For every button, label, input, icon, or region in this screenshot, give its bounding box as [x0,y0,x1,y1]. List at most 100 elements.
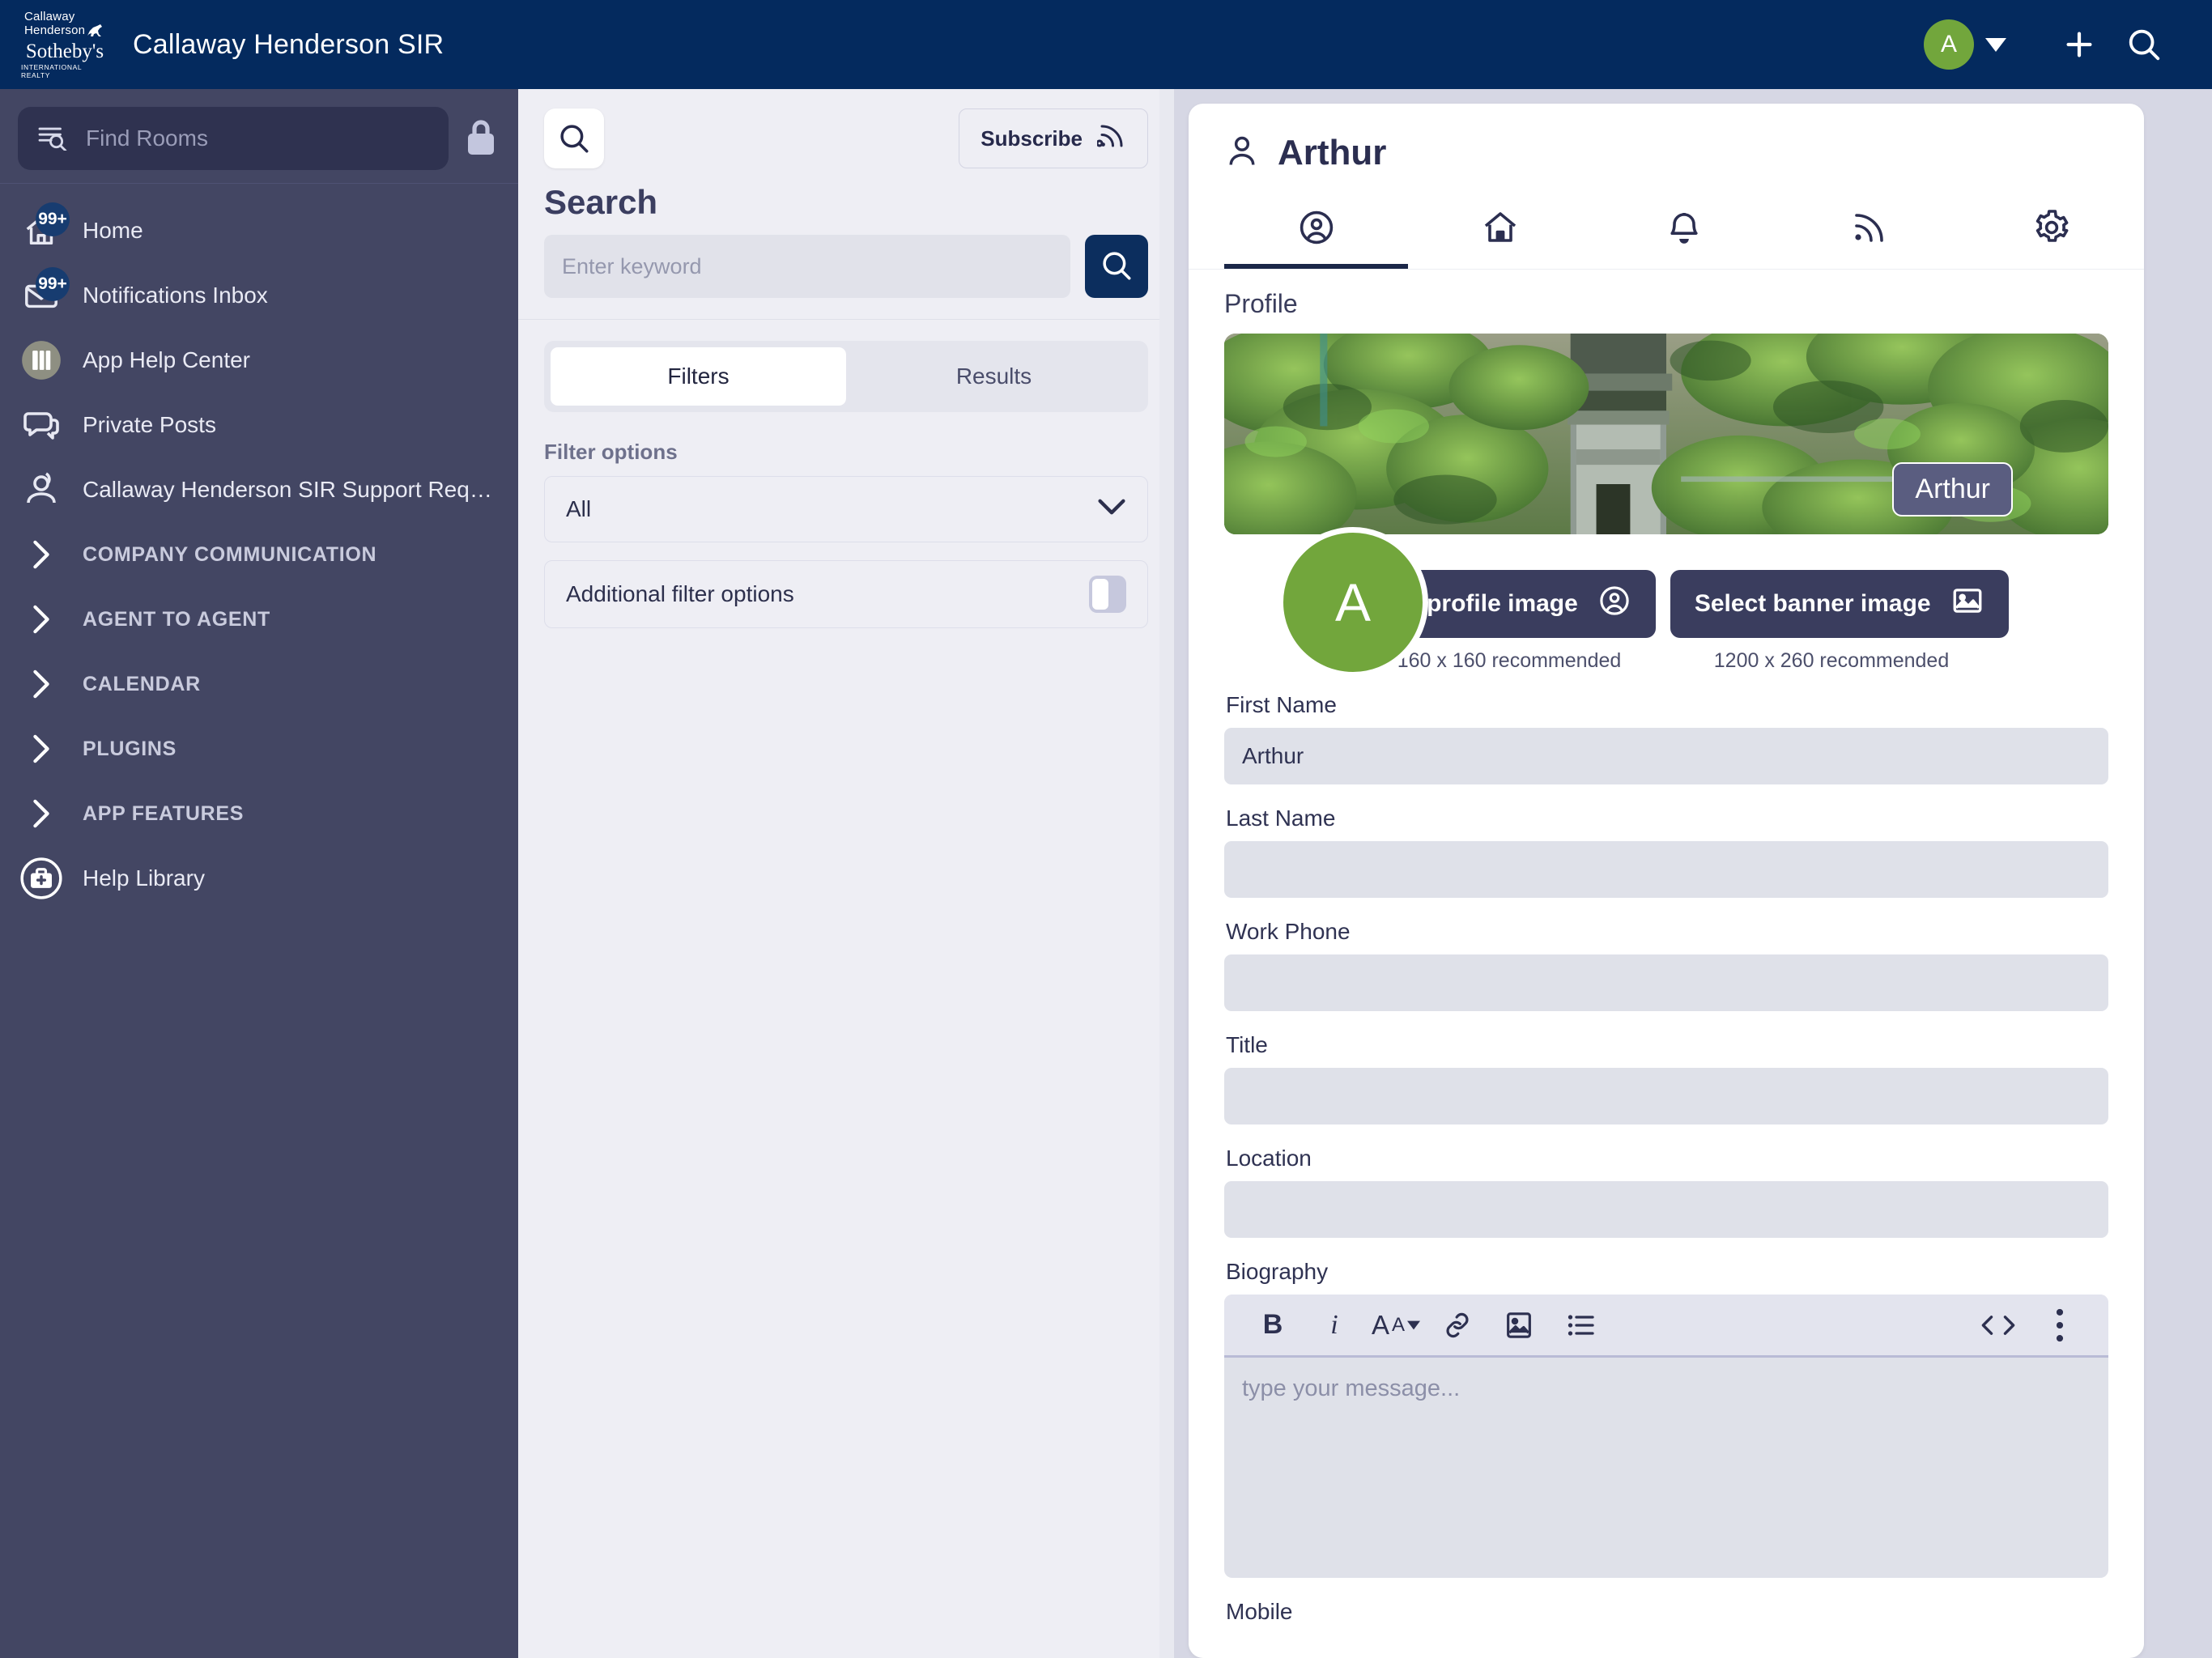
person-icon [1224,134,1260,173]
more-vertical-icon[interactable] [2029,1301,2091,1350]
badge: 99+ [36,202,70,236]
tab-feed[interactable] [1776,194,1960,269]
sidebar-item-app-help-center[interactable]: App Help Center [0,328,518,393]
first-name-label: First Name [1226,692,1337,717]
sidebar-item-home[interactable]: 99+ Home [0,198,518,263]
profile-banner-image[interactable]: Arthur [1224,334,2108,534]
sidebar-item-label: Notifications Inbox [83,283,268,308]
profile-card: Arthur Profile Arthur A Select profile i… [1189,104,2144,1658]
biography-textarea[interactable]: type your message... [1224,1358,2108,1578]
sidebar-section-label: COMPANY COMMUNICATION [83,542,377,566]
briefcase-medical-icon [18,855,65,902]
sidebar-section-calendar[interactable]: CALENDAR [0,652,518,716]
link-icon[interactable] [1427,1301,1488,1350]
profile-section-label: Profile [1224,289,1298,318]
find-rooms-input[interactable]: Find Rooms [18,107,449,170]
horse-icon [86,23,107,40]
search-input-row [544,235,1148,319]
sidebar-section-agent-to-agent[interactable]: AGENT TO AGENT [0,587,518,652]
chevron-right-icon [18,669,65,699]
find-rooms-placeholder: Find Rooms [86,125,208,151]
sidebar-item-label: Help Library [83,865,205,891]
logo-line2-row: Henderson [21,23,108,37]
title-input[interactable] [1224,1068,2108,1124]
tab-results[interactable]: Results [846,347,1142,406]
profile-form: First Name Last Name Work Phone Title Lo… [1224,692,2108,1625]
filter-options-select[interactable]: All [544,476,1148,542]
logo-tagline: INTERNATIONAL REALTY [21,63,82,79]
sidebar-section-label: CALENDAR [83,672,201,695]
additional-filter-options-toggle[interactable] [1089,576,1126,613]
tab-home[interactable] [1408,194,1592,269]
tab-profile[interactable] [1224,194,1409,269]
search-icon[interactable] [544,108,604,168]
brand-logo[interactable]: Callaway Henderson Sotheby's INTERNATION… [21,10,108,79]
user-avatar-menu[interactable]: A [1924,19,2006,70]
profile-circle-icon [1597,584,1631,624]
sidebar-item-help-library[interactable]: Help Library [0,846,518,911]
editor-toolbar: B i AA [1224,1295,2108,1358]
font-size-icon[interactable]: AA [1365,1301,1427,1350]
sidebar-section-company-communication[interactable]: COMPANY COMMUNICATION [0,522,518,587]
select-banner-image-label: Select banner image [1694,590,1931,617]
rooms-search-icon [37,123,70,155]
lock-icon[interactable] [462,116,500,162]
sidebar-section-plugins[interactable]: PLUGINS [0,716,518,781]
chevron-right-icon [18,604,65,635]
sidebar-section-app-features[interactable]: APP FEATURES [0,781,518,846]
search-panel-scrollbar[interactable] [1159,89,1174,1658]
location-input[interactable] [1224,1181,2108,1238]
rss-icon [1848,208,1887,251]
bold-icon[interactable]: B [1242,1301,1304,1350]
add-button[interactable] [2047,12,2112,77]
tab-filters[interactable]: Filters [551,347,846,406]
sidebar: Find Rooms 99+ Home 99+ Notifications In… [0,89,518,1658]
italic-icon[interactable]: i [1304,1301,1365,1350]
profile-tabbar [1189,194,2144,269]
search-input[interactable] [544,235,1070,298]
badge: 99+ [36,267,70,301]
location-label: Location [1226,1146,1312,1171]
chevron-down-icon [1097,496,1126,523]
first-name-input[interactable] [1224,728,2108,784]
books-icon [18,337,65,384]
logo-line1: Callaway [24,10,75,23]
search-panel-top: Subscribe Search [518,89,1174,319]
biography-placeholder: type your message... [1242,1375,1461,1401]
sidebar-nav: 99+ Home 99+ Notifications Inbox App Hel… [0,190,518,1658]
logo-line2: Henderson [24,23,86,37]
filter-options-label: Filter options [544,440,678,464]
sidebar-item-notifications-inbox[interactable]: 99+ Notifications Inbox [0,263,518,328]
global-search-button[interactable] [2112,12,2176,77]
tab-settings[interactable] [1960,194,2144,269]
profile-header: Arthur [1189,104,2144,173]
work-phone-input[interactable] [1224,954,2108,1011]
support-agent-icon [18,466,65,513]
select-banner-image-button[interactable]: Select banner image [1670,570,2009,638]
subscribe-button[interactable]: Subscribe [959,108,1148,168]
tab-notifications[interactable] [1592,194,1776,269]
sidebar-section-label: PLUGINS [83,737,177,760]
additional-filter-options-label: Additional filter options [566,581,794,606]
search-submit-button[interactable] [1085,235,1148,298]
image-icon[interactable] [1488,1301,1550,1350]
image-icon [1950,584,1984,624]
last-name-input[interactable] [1224,841,2108,898]
sidebar-item-support-request[interactable]: Callaway Henderson SIR Support Requ… [0,457,518,522]
code-icon[interactable] [1967,1301,2029,1350]
banner-name-badge: Arthur [1892,462,2013,517]
additional-filter-options-row[interactable]: Additional filter options [544,560,1148,628]
sidebar-section-label: AGENT TO AGENT [83,607,271,631]
profile-circle-icon [1297,208,1336,251]
profile-avatar[interactable]: A [1278,527,1428,678]
sidebar-item-private-posts[interactable]: Private Posts [0,393,518,457]
envelope-icon: 99+ [18,267,70,319]
bell-icon [1665,208,1704,251]
bullet-list-icon[interactable] [1550,1301,1611,1350]
search-panel: Subscribe Search Enter keyword Filters R… [518,89,1174,1658]
chat-bubbles-icon [18,402,65,449]
home-icon [1481,208,1520,251]
page-title: Arthur [1278,133,1387,172]
biography-editor: B i AA type your message... [1224,1295,2108,1578]
logo-brand: Sotheby's [25,40,104,62]
